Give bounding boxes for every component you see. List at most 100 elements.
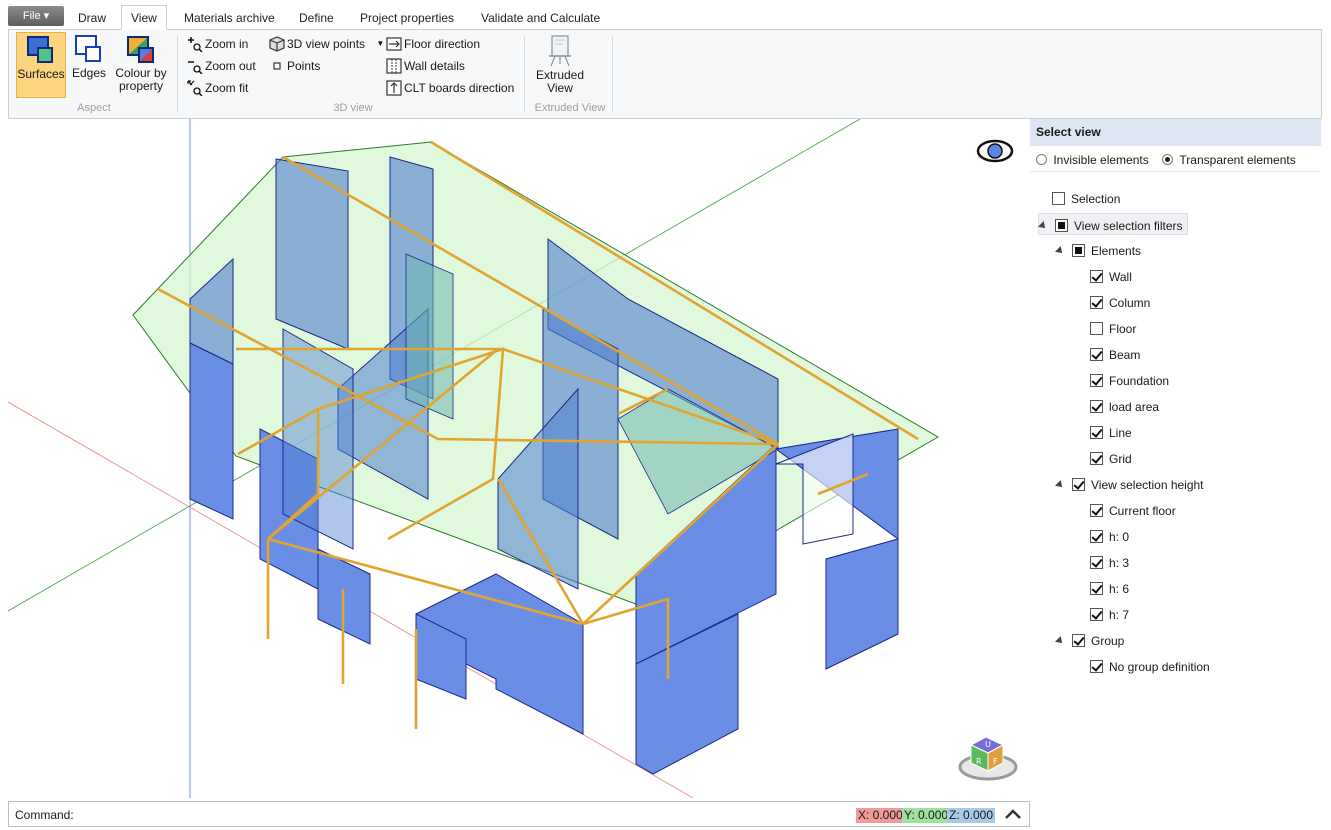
tab-project-properties[interactable]: Project properties: [356, 7, 458, 29]
checkbox[interactable]: [1052, 192, 1065, 206]
extruded-view-button[interactable]: Extruded View: [531, 32, 589, 98]
checkbox[interactable]: [1090, 270, 1103, 284]
x-coordinate-readout: X: 0.000: [856, 808, 905, 823]
zoom-fit-button[interactable]: Zoom fit: [187, 78, 248, 96]
clt-boards-direction-button[interactable]: CLT boards direction: [386, 78, 514, 96]
checkbox[interactable]: [1090, 400, 1103, 414]
checkbox[interactable]: [1090, 348, 1103, 362]
radio-transparent-elements[interactable]: Transparent elements: [1162, 152, 1296, 167]
tree-item[interactable]: Wall: [1090, 265, 1132, 287]
edges-button[interactable]: Edges: [69, 32, 109, 98]
checkbox[interactable]: [1090, 374, 1103, 388]
checkbox[interactable]: [1090, 296, 1103, 310]
tree-item[interactable]: h: 0: [1090, 525, 1129, 547]
zoom-in-button[interactable]: Zoom in: [187, 34, 248, 52]
tree-item[interactable]: Elements: [1055, 239, 1141, 261]
checkbox[interactable]: [1090, 660, 1103, 674]
command-bar[interactable]: Command: X: 0.000 Y: 0.000 Z: 0.000: [8, 801, 1030, 827]
checkbox[interactable]: [1090, 452, 1103, 466]
tree-item[interactable]: Floor: [1090, 317, 1136, 339]
expand-arrow-icon[interactable]: [1055, 635, 1065, 646]
tree-item[interactable]: View selection height: [1055, 473, 1204, 495]
view-cube-face-f: F: [993, 757, 998, 766]
tree-item[interactable]: Column: [1090, 291, 1150, 313]
surfaces-button[interactable]: Surfaces: [16, 32, 66, 98]
file-menu-button[interactable]: File ▾: [8, 6, 64, 26]
tree-item[interactable]: Selection: [1038, 187, 1120, 209]
tab-materials-archive[interactable]: Materials archive: [180, 7, 279, 29]
checkbox[interactable]: [1090, 322, 1103, 336]
checkbox[interactable]: [1090, 582, 1103, 596]
checkbox[interactable]: [1072, 244, 1085, 258]
tree-item-label: Wall: [1109, 269, 1132, 284]
zoom-in-icon: [188, 36, 203, 52]
expand-arrow-icon[interactable]: [1038, 220, 1048, 231]
tree-item[interactable]: Beam: [1090, 343, 1140, 365]
wall-details-button[interactable]: Wall details: [386, 56, 465, 74]
zoom-out-button[interactable]: Zoom out: [187, 56, 256, 74]
points-button[interactable]: Points: [269, 56, 320, 74]
colour-by-property-button[interactable]: Colour by property: [112, 32, 170, 98]
y-coordinate-readout: Y: 0.000: [902, 808, 951, 823]
checkbox[interactable]: [1090, 504, 1103, 518]
tree-item-label: Beam: [1109, 347, 1141, 362]
radio-button-selected[interactable]: [1162, 154, 1174, 166]
extruded-view-group-label: Extruded View: [534, 102, 606, 114]
tab-draw[interactable]: Draw: [74, 7, 110, 29]
clt-boards-direction-label: CLT boards direction: [404, 80, 515, 95]
tree-item[interactable]: load area: [1090, 395, 1159, 417]
tree-item-label: Column: [1109, 295, 1151, 310]
zoom-fit-label: Zoom fit: [205, 80, 249, 95]
edges-label: Edges: [71, 66, 107, 80]
tree-item-label: Grid: [1109, 451, 1132, 466]
tree-item[interactable]: h: 3: [1090, 551, 1129, 573]
cube-icon: [269, 36, 285, 52]
tree-item[interactable]: Grid: [1090, 447, 1132, 469]
checkbox[interactable]: [1072, 478, 1085, 492]
view-cube-icon[interactable]: U R F: [958, 736, 1018, 781]
tree-item-label: h: 0: [1109, 529, 1130, 544]
floor-direction-icon: [386, 37, 402, 51]
visibility-eye-icon[interactable]: [976, 139, 1014, 163]
expand-arrow-icon[interactable]: [1055, 245, 1065, 256]
view-filter-tree: Selection View selection filters Elements W…: [1030, 173, 1321, 773]
zoom-fit-icon: [187, 80, 203, 96]
chevron-up-icon[interactable]: [1004, 807, 1022, 821]
tree-item-label: h: 7: [1109, 607, 1130, 622]
tab-view[interactable]: View: [121, 5, 167, 30]
tree-item[interactable]: Line: [1090, 421, 1132, 443]
expand-arrow-icon[interactable]: [1055, 479, 1065, 490]
tree-item[interactable]: h: 6: [1090, 577, 1129, 599]
3d-viewport[interactable]: U R F: [8, 119, 1029, 798]
tree-item[interactable]: View selection filters: [1038, 213, 1188, 235]
3d-view-points-button[interactable]: 3D view points ▼: [269, 34, 384, 52]
checkbox[interactable]: [1090, 608, 1103, 622]
tab-validate-and-calculate[interactable]: Validate and Calculate: [477, 7, 604, 29]
radio-button[interactable]: [1036, 154, 1047, 166]
ribbon-separator: [612, 36, 613, 112]
checkbox[interactable]: [1090, 556, 1103, 570]
checkbox[interactable]: [1055, 219, 1068, 233]
tree-item[interactable]: Group: [1055, 629, 1124, 651]
extruded-label-line2: View: [547, 81, 573, 95]
ribbon-separator: [177, 36, 178, 112]
3d-model-canvas[interactable]: U R F: [8, 119, 1029, 798]
checkbox[interactable]: [1090, 530, 1103, 544]
radio-invisible-elements[interactable]: Invisible elements: [1036, 152, 1152, 167]
checkbox[interactable]: [1072, 634, 1085, 648]
ribbon: Surfaces Edges Colour by property Aspect: [8, 29, 1322, 119]
tree-item[interactable]: Current floor: [1090, 499, 1176, 521]
zoom-out-label: Zoom out: [205, 58, 256, 73]
extruded-view-icon: [549, 35, 571, 67]
tree-item[interactable]: Foundation: [1090, 369, 1169, 391]
radio-transparent-label: Transparent elements: [1179, 152, 1296, 167]
floor-direction-button[interactable]: Floor direction: [386, 34, 480, 52]
tab-define[interactable]: Define: [295, 7, 338, 29]
radio-invisible-label: Invisible elements: [1053, 152, 1149, 167]
tree-item[interactable]: h: 7: [1090, 603, 1129, 625]
tree-item-label: Selection: [1071, 191, 1121, 206]
tree-item[interactable]: No group definition: [1090, 655, 1210, 677]
tree-item-label: View selection filters: [1074, 218, 1183, 233]
select-view-panel: Select view Invisible elements Transpare…: [1030, 119, 1321, 798]
checkbox[interactable]: [1090, 426, 1103, 440]
